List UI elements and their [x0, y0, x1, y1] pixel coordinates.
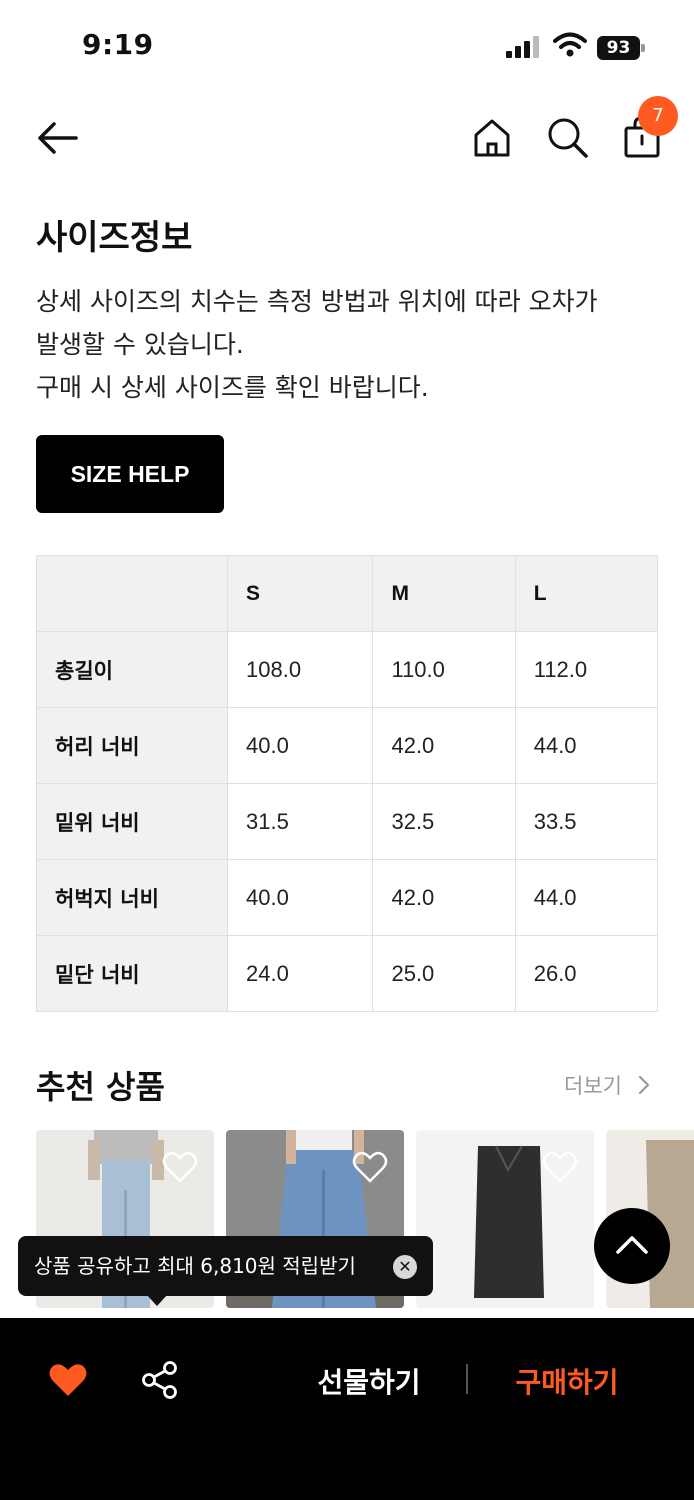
- description-line: 구매 시 상세 사이즈를 확인 바랍니다.: [36, 373, 429, 402]
- row-label: 허벅지 너비: [36, 859, 228, 936]
- table-cell: 44.0: [514, 859, 659, 936]
- row-label: 밑단 너비: [36, 935, 228, 1012]
- close-icon[interactable]: ✕: [393, 1255, 417, 1279]
- table-cell: 112.0: [514, 631, 659, 708]
- back-arrow-icon[interactable]: [34, 118, 82, 158]
- table-cell: 40.0: [226, 707, 374, 784]
- table-row: 총길이 108.0 110.0 112.0: [36, 631, 659, 708]
- row-label: 허리 너비: [36, 707, 228, 784]
- table-cell: 42.0: [372, 707, 516, 784]
- heart-outline-icon[interactable]: [542, 1150, 578, 1184]
- table-cell: 44.0: [514, 707, 659, 784]
- row-label: 총길이: [36, 631, 228, 708]
- table-header-row: S M L: [36, 555, 659, 632]
- table-cell: 33.5: [514, 783, 659, 860]
- size-help-button[interactable]: SIZE HELP: [36, 435, 224, 513]
- status-bar: 9:19 93: [0, 0, 694, 95]
- chevron-right-icon[interactable]: [636, 1074, 652, 1096]
- cart-count-badge: 7: [638, 96, 678, 136]
- description-line: 상세 사이즈의 치수는 측정 방법과 위치에 따라 오차가: [36, 287, 598, 316]
- table-row: 밑단 너비 24.0 25.0 26.0: [36, 935, 659, 1012]
- wifi-icon: [553, 32, 587, 57]
- battery-indicator: 93: [597, 36, 645, 60]
- table-cell: 31.5: [226, 783, 374, 860]
- table-corner-cell: [36, 555, 228, 632]
- battery-level: 93: [597, 36, 640, 60]
- table-cell: 108.0: [226, 631, 374, 708]
- table-row: 허벅지 너비 40.0 42.0 44.0: [36, 859, 659, 936]
- table-cell: 42.0: [372, 859, 516, 936]
- status-time: 9:19: [82, 28, 154, 61]
- column-header: L: [514, 555, 659, 632]
- share-reward-tooltip: 상품 공유하고 최대 6,810원 적립받기: [18, 1236, 433, 1296]
- heart-outline-icon[interactable]: [352, 1150, 388, 1184]
- buy-button[interactable]: 구매하기: [494, 1358, 640, 1404]
- search-icon[interactable]: [544, 114, 590, 160]
- table-cell: 40.0: [226, 859, 374, 936]
- cellular-signal-icon: [506, 36, 539, 58]
- table-cell: 26.0: [514, 935, 659, 1012]
- chevron-up-icon: [616, 1236, 648, 1254]
- table-row: 밑위 너비 31.5 32.5 33.5: [36, 783, 659, 860]
- tooltip-arrow: [146, 1294, 168, 1306]
- table-cell: 32.5: [372, 783, 516, 860]
- scroll-to-top-button[interactable]: [594, 1208, 670, 1284]
- table-cell: 25.0: [372, 935, 516, 1012]
- size-description: 상세 사이즈의 치수는 측정 방법과 위치에 따라 오차가 발생할 수 있습니다…: [36, 280, 666, 409]
- recommended-title: 추천 상품: [36, 1068, 165, 1106]
- page-title: 사이즈정보: [36, 218, 193, 258]
- home-icon[interactable]: [470, 116, 514, 160]
- row-label: 밑위 너비: [36, 783, 228, 860]
- heart-outline-icon[interactable]: [162, 1150, 198, 1184]
- size-table: S M L 총길이 108.0 110.0 112.0 허리 너비 40.0 4…: [36, 555, 659, 1012]
- column-header: S: [226, 555, 374, 632]
- more-link[interactable]: 더보기: [564, 1070, 622, 1100]
- tooltip-text: 상품 공유하고 최대 6,810원 적립받기: [34, 1254, 356, 1278]
- bottom-action-bar: 선물하기 구매하기: [0, 1318, 694, 1500]
- divider: [466, 1364, 468, 1394]
- gift-button[interactable]: 선물하기: [296, 1358, 442, 1404]
- table-row: 허리 너비 40.0 42.0 44.0: [36, 707, 659, 784]
- table-cell: 24.0: [226, 935, 374, 1012]
- column-header: M: [372, 555, 516, 632]
- heart-icon[interactable]: [48, 1362, 88, 1398]
- share-icon[interactable]: [140, 1360, 178, 1400]
- table-cell: 110.0: [372, 631, 516, 708]
- product-card[interactable]: [416, 1130, 594, 1308]
- description-line: 발생할 수 있습니다.: [36, 330, 244, 359]
